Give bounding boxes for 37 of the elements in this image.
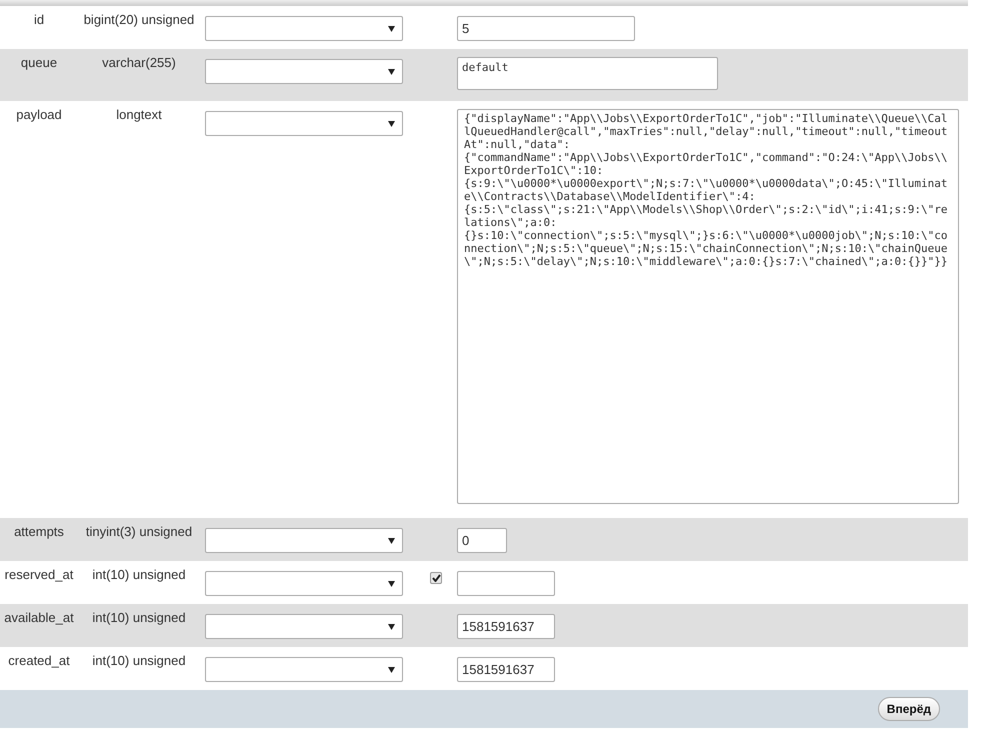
column-type: int(10) unsigned [92, 566, 186, 584]
value-input[interactable]: 1581591637 [457, 614, 555, 639]
function-select[interactable] [205, 614, 403, 639]
function-select[interactable] [205, 571, 403, 596]
column-type: tinyint(3) unsigned [86, 523, 192, 541]
value-input[interactable]: 0 [457, 528, 507, 553]
value-textarea[interactable]: {"displayName":"App\\Jobs\\ExportOrderTo1C","job":"Illuminate\\Queue\\CallQueuedHandler@call","maxTries":null,"delay":null,"timeout":null,"timeoutAt":null,"data":{"commandName":"App\\Jobs\\ExportOrderTo1C","command":"O:24:\"App\\Jobs\\ExportOrderTo1C\":10:{s:9:\"\u0000*\u0000export\";N;s:7:\"\u0000*\u0000data\";O:45:\"Illuminate\\Contracts\\Database\\ModelIdentifier\":4:{s:5:\"class\";s:21:\"App\\Models\\Shop\\Order\";s:2:\"id\";i:41;s:9:\"relations\";a:0:{}s:10:\"connection\";s:5:\"mysql\";}s:6:\"\u0000*\u0000job\";N;s:10:\"connection\";N;s:5:\"queue\";N;s:15:\"chainConnection\";N;s:10:\"chainQueue\";N;s:5:\"delay\";N;s:10:\"middleware\";a:0:{}s:7:\"chained\";a:0:{}}"}} [457, 109, 959, 504]
value-textarea[interactable]: default [457, 57, 718, 90]
column-name: created_at [8, 652, 70, 670]
column-name: available_at [4, 609, 74, 627]
column-name: attempts [14, 523, 64, 541]
column-type: varchar(255) [102, 54, 176, 72]
caret-icon [388, 666, 395, 672]
value-input[interactable] [457, 571, 555, 596]
function-select[interactable] [205, 111, 403, 136]
column-type: bigint(20) unsigned [84, 11, 194, 29]
function-select[interactable] [205, 528, 403, 553]
column-name: payload [16, 106, 62, 124]
value-input[interactable]: 5 [457, 16, 635, 41]
function-select[interactable] [205, 16, 403, 41]
caret-icon [388, 580, 395, 586]
caret-icon [388, 68, 395, 74]
column-name: id [34, 11, 44, 29]
column-name: queue [20, 54, 58, 72]
column-type: int(10) unsigned [92, 609, 186, 627]
column-name: reserved_at [4, 566, 74, 584]
null-checkbox[interactable] [430, 572, 442, 584]
function-select[interactable] [205, 657, 403, 682]
caret-icon [388, 26, 395, 32]
column-type: int(10) unsigned [92, 652, 186, 670]
caret-icon [388, 624, 395, 630]
caret-icon [388, 120, 395, 126]
forward-button[interactable]: Вперёд [878, 697, 940, 721]
column-type: longtext [116, 106, 162, 124]
caret-icon [388, 538, 395, 544]
value-input[interactable]: 1581591637 [457, 657, 555, 682]
function-select[interactable] [205, 59, 403, 84]
